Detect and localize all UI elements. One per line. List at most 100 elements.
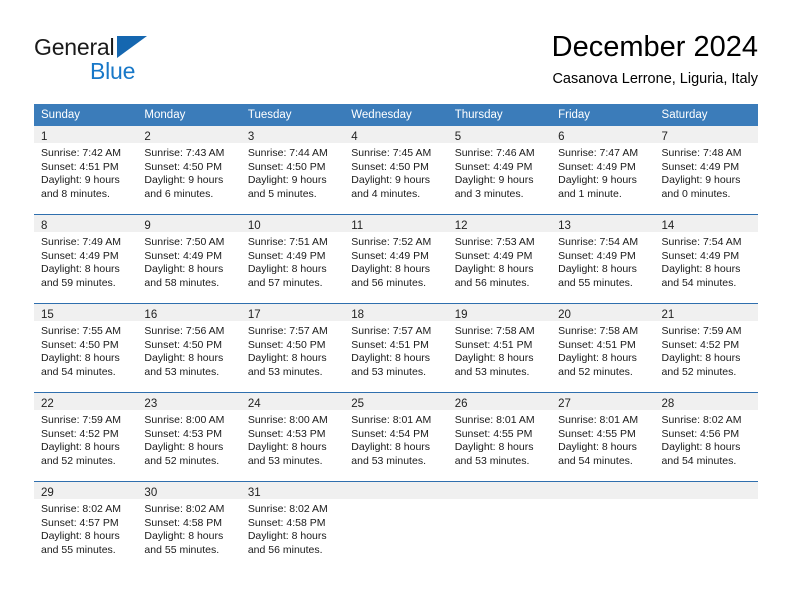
calendar-cell: 2 Sunrise: 7:43 AM Sunset: 4:50 PM Daylight… [137,126,241,215]
sunset-text: Sunset: 4:53 PM [247,427,326,440]
day-info: Sunrise: 7:58 AM Sunset: 4:51 PM Daylight:… [551,321,654,379]
day-cell[interactable]: 24 Sunrise: 8:00 AM Sunset: 4:53 PM Dayligh… [240,393,345,481]
day-cell[interactable]: 15 Sunrise: 7:55 AM Sunset: 4:50 PM Dayligh… [34,304,138,392]
calendar-week-row: 8 Sunrise: 7:49 AM Sunset: 4:49 PM Daylight… [34,214,758,304]
day-info: Sunrise: 7:45 AM Sunset: 4:50 PM Daylight:… [344,143,447,201]
calendar-cell [344,481,448,570]
calendar-cell: 13 Sunrise: 7:54 AM Sunset: 4:49 PM Dayligh… [551,214,655,304]
weekday-header-sunday: Sunday [34,104,138,126]
calendar-cell: 27 Sunrise: 8:01 AM Sunset: 4:55 PM Dayligh… [551,392,655,482]
day-cell[interactable]: 21 Sunrise: 7:59 AM Sunset: 4:52 PM Dayligh… [654,304,758,392]
day-cell[interactable]: 3 Sunrise: 7:44 AM Sunset: 4:50 PM Daylight… [240,126,345,214]
day-info: Sunrise: 8:02 AM Sunset: 4:58 PM Daylight:… [137,499,240,557]
sunrise-text: Sunrise: 8:01 AM [558,414,639,426]
day-cell[interactable]: 10 Sunrise: 7:51 AM Sunset: 4:49 PM Dayligh… [240,215,345,303]
sunset-text: Sunset: 4:49 PM [454,249,533,262]
daylight-text: Daylight: 8 hours and 53 minutes. [351,441,431,467]
day-number-band: 1 [34,126,138,143]
page-subtitle: Casanova Lerrone, Liguria, Italy [552,71,758,87]
day-cell[interactable]: 29 Sunrise: 8:02 AM Sunset: 4:57 PM Dayligh… [34,482,138,570]
day-number-band: 15 [34,304,138,321]
day-info: Sunrise: 7:57 AM Sunset: 4:51 PM Daylight:… [344,321,447,379]
day-number: 18 [351,309,365,321]
weekday-header-tuesday: Tuesday [240,104,345,126]
calendar-cell: 9 Sunrise: 7:50 AM Sunset: 4:49 PM Daylight… [137,214,241,304]
day-number: 5 [454,131,462,143]
calendar-body: 1 Sunrise: 7:42 AM Sunset: 4:51 PM Daylight… [34,126,758,570]
sunset-text: Sunset: 4:50 PM [351,160,429,173]
sunrise-text: Sunrise: 7:55 AM [41,325,121,337]
calendar-cell: 25 Sunrise: 8:01 AM Sunset: 4:54 PM Dayligh… [344,392,448,482]
calendar-cell: 18 Sunrise: 7:57 AM Sunset: 4:51 PM Dayligh… [344,303,448,393]
day-cell[interactable]: 16 Sunrise: 7:56 AM Sunset: 4:50 PM Dayligh… [137,304,241,392]
calendar-cell [447,481,552,570]
day-cell[interactable]: 28 Sunrise: 8:02 AM Sunset: 4:56 PM Dayligh… [654,393,758,481]
day-info: Sunrise: 7:59 AM Sunset: 4:52 PM Daylight:… [655,321,758,379]
calendar-cell: 23 Sunrise: 8:00 AM Sunset: 4:53 PM Dayligh… [137,392,241,482]
day-cell[interactable]: 2 Sunrise: 7:43 AM Sunset: 4:50 PM Daylight… [137,126,241,214]
sunset-text: Sunset: 4:55 PM [558,427,636,440]
weekday-header-thursday: Thursday [447,104,552,126]
day-info: Sunrise: 7:47 AM Sunset: 4:49 PM Daylight:… [551,143,654,201]
day-cell[interactable]: 27 Sunrise: 8:01 AM Sunset: 4:55 PM Dayligh… [551,393,655,481]
calendar-cell: 29 Sunrise: 8:02 AM Sunset: 4:57 PM Dayligh… [34,481,138,570]
daylight-text: Daylight: 8 hours and 55 minutes. [558,263,637,289]
sunrise-text: Sunrise: 7:58 AM [454,325,535,337]
day-cell[interactable]: 4 Sunrise: 7:45 AM Sunset: 4:50 PM Daylight… [344,126,448,214]
sunset-text: Sunset: 4:50 PM [144,338,223,351]
day-cell[interactable]: 31 Sunrise: 8:02 AM Sunset: 4:58 PM Dayligh… [240,482,345,570]
day-cell[interactable]: 22 Sunrise: 7:59 AM Sunset: 4:52 PM Dayligh… [34,393,138,481]
day-cell[interactable]: 5 Sunrise: 7:46 AM Sunset: 4:49 PM Daylight… [447,126,552,214]
day-cell[interactable]: 23 Sunrise: 8:00 AM Sunset: 4:53 PM Dayligh… [137,393,241,481]
day-cell-empty [447,482,552,570]
sunset-text: Sunset: 4:58 PM [247,516,326,529]
daylight-text: Daylight: 8 hours and 57 minutes. [247,263,327,289]
day-cell[interactable]: 19 Sunrise: 7:58 AM Sunset: 4:51 PM Dayligh… [447,304,552,392]
day-cell[interactable]: 14 Sunrise: 7:54 AM Sunset: 4:49 PM Dayligh… [654,215,758,303]
sunset-text: Sunset: 4:49 PM [558,249,636,262]
day-number: 10 [247,220,261,232]
page-title: December 2024 [551,31,758,63]
daylight-text: Daylight: 8 hours and 53 minutes. [144,352,224,378]
sunset-text: Sunset: 4:49 PM [41,249,119,262]
general-blue-logo: General Blue [34,34,234,90]
day-number: 15 [41,309,54,321]
day-info: Sunrise: 7:59 AM Sunset: 4:52 PM Daylight:… [34,410,137,468]
sunrise-text: Sunrise: 7:53 AM [454,236,535,248]
sunset-text: Sunset: 4:54 PM [351,427,429,440]
calendar-cell: 30 Sunrise: 8:02 AM Sunset: 4:58 PM Dayligh… [137,481,241,570]
daylight-text: Daylight: 8 hours and 58 minutes. [144,263,224,289]
day-cell[interactable]: 26 Sunrise: 8:01 AM Sunset: 4:55 PM Dayligh… [447,393,552,481]
day-cell[interactable]: 25 Sunrise: 8:01 AM Sunset: 4:54 PM Dayligh… [344,393,448,481]
day-info: Sunrise: 7:52 AM Sunset: 4:49 PM Daylight:… [344,232,447,290]
day-number: 23 [144,398,158,410]
day-number: 13 [558,220,571,232]
calendar-cell: 6 Sunrise: 7:47 AM Sunset: 4:49 PM Daylight… [551,126,655,215]
calendar-cell: 28 Sunrise: 8:02 AM Sunset: 4:56 PM Dayligh… [654,392,758,482]
sunrise-text: Sunrise: 7:52 AM [351,236,432,248]
sunset-text: Sunset: 4:52 PM [661,338,740,351]
day-cell[interactable]: 12 Sunrise: 7:53 AM Sunset: 4:49 PM Dayligh… [447,215,552,303]
day-info: Sunrise: 7:58 AM Sunset: 4:51 PM Daylight:… [448,321,551,379]
day-number-band: 18 [344,304,448,321]
day-cell[interactable]: 7 Sunrise: 7:48 AM Sunset: 4:49 PM Daylight… [654,126,758,214]
day-number: 4 [351,131,358,143]
sunset-text: Sunset: 4:55 PM [454,427,533,440]
logo-word-general: General [34,34,115,60]
day-cell[interactable]: 1 Sunrise: 7:42 AM Sunset: 4:51 PM Daylight… [34,126,138,214]
day-cell[interactable]: 9 Sunrise: 7:50 AM Sunset: 4:49 PM Daylight… [137,215,241,303]
day-cell[interactable]: 17 Sunrise: 7:57 AM Sunset: 4:50 PM Dayligh… [240,304,345,392]
day-cell-empty [654,482,758,570]
day-info: Sunrise: 8:00 AM Sunset: 4:53 PM Daylight:… [241,410,344,468]
day-number-band: 12 [447,215,552,232]
day-number-band: 5 [447,126,552,143]
day-cell[interactable]: 13 Sunrise: 7:54 AM Sunset: 4:49 PM Dayligh… [551,215,655,303]
day-cell[interactable]: 20 Sunrise: 7:58 AM Sunset: 4:51 PM Dayligh… [551,304,655,392]
day-cell[interactable]: 30 Sunrise: 8:02 AM Sunset: 4:58 PM Dayligh… [137,482,241,570]
day-cell[interactable]: 11 Sunrise: 7:52 AM Sunset: 4:49 PM Dayligh… [344,215,448,303]
day-cell[interactable]: 6 Sunrise: 7:47 AM Sunset: 4:49 PM Daylight… [551,126,655,214]
day-info: Sunrise: 8:02 AM Sunset: 4:58 PM Daylight:… [241,499,344,557]
day-cell[interactable]: 8 Sunrise: 7:49 AM Sunset: 4:49 PM Daylight… [34,215,138,303]
daylight-text: Daylight: 8 hours and 54 minutes. [661,263,741,289]
day-cell[interactable]: 18 Sunrise: 7:57 AM Sunset: 4:51 PM Dayligh… [344,304,448,392]
